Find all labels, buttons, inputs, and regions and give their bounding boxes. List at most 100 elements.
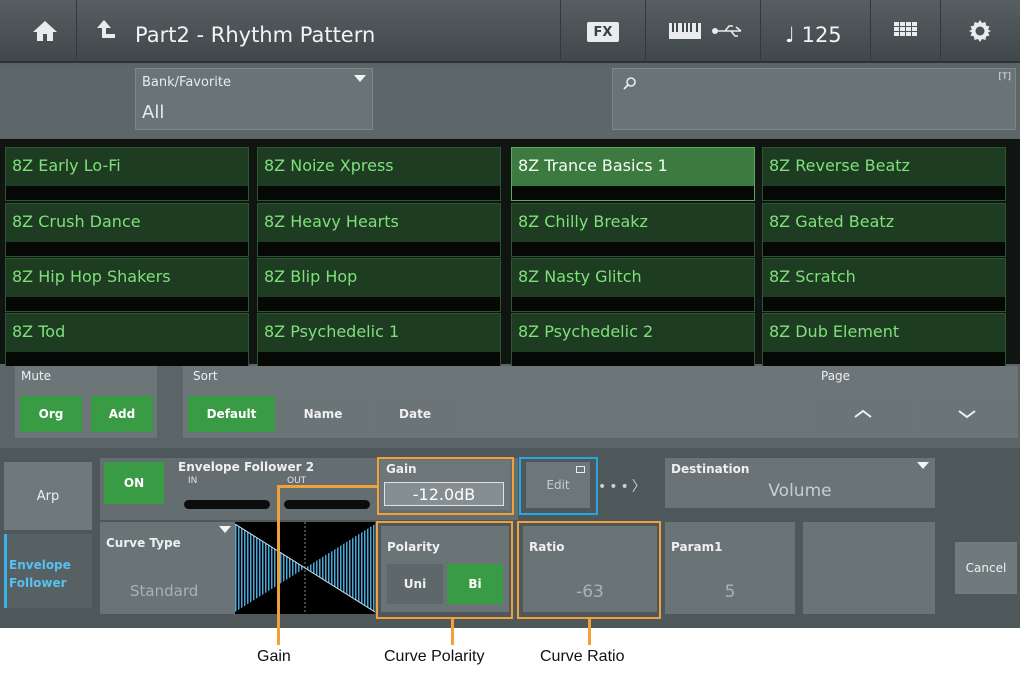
pattern-info-bar: [763, 242, 1005, 256]
pattern-info-bar: [6, 352, 248, 366]
sort-group: Sort Default Name Date: [183, 366, 463, 438]
polarity-callout-line: [451, 617, 454, 645]
mute-org-button[interactable]: Org: [20, 396, 82, 432]
pattern-info-bar: [763, 297, 1005, 311]
gear-icon[interactable]: [966, 14, 994, 48]
top-bar: Part2 - Rhythm Pattern FX ♩ 125: [0, 0, 1020, 63]
pattern-name: 8Z Hip Hop Shakers: [12, 267, 171, 286]
curve-type-label: Curve Type: [106, 536, 181, 550]
pattern-name: 8Z Early Lo-Fi: [12, 156, 121, 175]
pattern-name: 8Z Scratch: [769, 267, 856, 286]
pattern-name: 8Z Tod: [12, 322, 66, 341]
mute-add-button[interactable]: Add: [91, 396, 153, 432]
route-arrow-icon: •••〉: [598, 479, 649, 495]
home-icon[interactable]: [28, 14, 62, 48]
sort-label: Sort: [193, 369, 218, 383]
pattern-name: 8Z Chilly Breakz: [518, 212, 648, 231]
grid-icon[interactable]: [893, 14, 919, 48]
env-tab-line2: Follower: [9, 576, 67, 590]
pattern-name: 8Z Noize Xpress: [264, 156, 394, 175]
empty-slot: [803, 522, 935, 614]
pattern-cell[interactable]: 8Z Chilly Breakz: [511, 203, 755, 257]
sort-name-button[interactable]: Name: [279, 396, 367, 432]
gain-callout-line-h: [277, 485, 378, 488]
pattern-info-bar: [763, 186, 1005, 200]
pattern-cell[interactable]: 8Z Psychedelic 2: [511, 313, 755, 367]
back-icon[interactable]: [92, 14, 120, 48]
curve-type-value: Standard: [130, 582, 199, 600]
on-button[interactable]: ON: [104, 462, 164, 504]
pattern-name: 8Z Psychedelic 2: [518, 322, 654, 341]
filter-row: Bank/Favorite All [T]: [0, 67, 1020, 137]
destination-select[interactable]: Destination Volume: [665, 458, 935, 508]
destination-label: Destination: [671, 462, 750, 476]
usb-icon: [710, 14, 746, 48]
curve-graph-plot: [235, 522, 375, 614]
pattern-info-bar: [512, 352, 754, 366]
pattern-info-bar: [763, 352, 1005, 366]
edit-callout-box: [519, 457, 598, 515]
pattern-cell[interactable]: 8Z Gated Beatz: [762, 203, 1006, 257]
pattern-info-bar: [6, 297, 248, 311]
pattern-cell[interactable]: 8Z Noize Xpress: [257, 147, 501, 201]
separator: [760, 0, 761, 63]
arp-tab[interactable]: Arp: [4, 462, 92, 530]
pattern-name: 8Z Gated Beatz: [769, 212, 895, 231]
polarity-callout-box: [376, 521, 513, 619]
dropdown-arrow-icon: [917, 462, 929, 469]
pattern-name: 8Z Blip Hop: [264, 267, 358, 286]
control-row: Mute Org Add Sort Default Name Date Page: [0, 366, 1020, 440]
in-meter: [184, 500, 270, 509]
dropdown-arrow-icon: [219, 526, 231, 533]
separator: [940, 0, 941, 63]
bank-favorite-value: All: [142, 102, 165, 123]
envelope-follower-tab[interactable]: Envelope Follower: [4, 534, 92, 608]
param1-value: 5: [724, 582, 736, 602]
pattern-cell[interactable]: 8Z Crush Dance: [5, 203, 249, 257]
page-down-button[interactable]: [917, 396, 1017, 432]
pattern-cell[interactable]: 8Z Tod: [5, 313, 249, 367]
mute-label: Mute: [21, 369, 52, 383]
dropdown-arrow-icon: [354, 75, 366, 82]
pattern-cell[interactable]: 8Z Hip Hop Shakers: [5, 258, 249, 312]
pattern-cell[interactable]: 8Z Blip Hop: [257, 258, 501, 312]
page-label: Page: [821, 369, 851, 383]
fx-badge[interactable]: FX: [587, 22, 619, 42]
pattern-cell[interactable]: 8Z Scratch: [762, 258, 1006, 312]
tempo-display[interactable]: ♩ 125: [785, 18, 842, 52]
pattern-info-bar: [258, 297, 500, 311]
param1-control[interactable]: Param1 5: [665, 522, 795, 614]
gain-caption: Gain: [257, 648, 291, 665]
pattern-cell[interactable]: 8Z Early Lo-Fi: [5, 147, 249, 201]
pattern-name: 8Z Reverse Beatz: [769, 156, 910, 175]
pattern-cell[interactable]: 8Z Heavy Hearts: [257, 203, 501, 257]
pattern-info-bar: [258, 186, 500, 200]
chevron-up-icon: [853, 409, 872, 418]
bank-favorite-select[interactable]: Bank/Favorite All: [135, 68, 373, 130]
bank-favorite-label: Bank/Favorite: [142, 75, 231, 90]
page-up-button[interactable]: [812, 396, 913, 432]
pattern-cell[interactable]: 8Z Nasty Glitch: [511, 258, 755, 312]
pattern-info-bar: [6, 242, 248, 256]
gain-callout-box: [377, 457, 514, 515]
pattern-cell[interactable]: 8Z Trance Basics 1: [511, 147, 755, 201]
pattern-cell[interactable]: 8Z Psychedelic 1: [257, 313, 501, 367]
cancel-button[interactable]: Cancel: [955, 542, 1017, 594]
curve-graph: [235, 522, 375, 614]
keyboard-icon: [668, 14, 702, 48]
pattern-name: 8Z Heavy Hearts: [264, 212, 399, 231]
pattern-name: 8Z Psychedelic 1: [264, 322, 400, 341]
pattern-info-bar: [512, 242, 754, 256]
separator: [870, 0, 871, 63]
pattern-cell[interactable]: 8Z Reverse Beatz: [762, 147, 1006, 201]
sort-date-button[interactable]: Date: [371, 396, 459, 432]
pattern-info-bar: [258, 242, 500, 256]
pattern-cell[interactable]: 8Z Dub Element: [762, 313, 1006, 367]
control-spacer: [463, 366, 811, 438]
sort-default-button[interactable]: Default: [188, 396, 275, 432]
mute-group: Mute Org Add: [15, 366, 157, 438]
search-field[interactable]: [T]: [612, 68, 1016, 130]
curve-type-select[interactable]: Curve Type Standard: [100, 522, 235, 614]
param1-label: Param1: [671, 540, 723, 554]
gain-callout-line-v: [277, 485, 280, 645]
